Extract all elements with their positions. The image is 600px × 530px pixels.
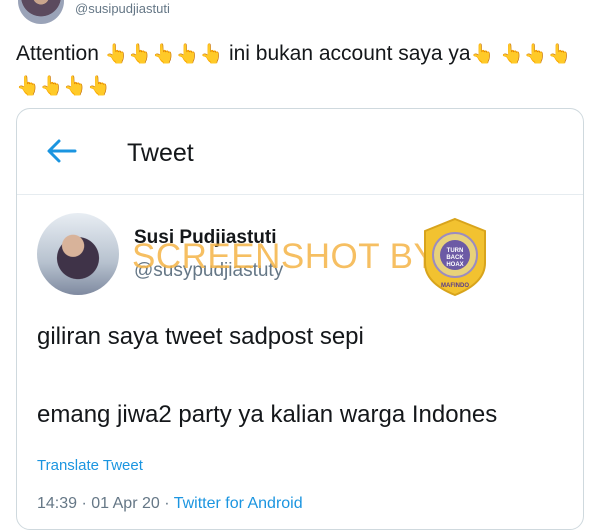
tweet-header: Tweet xyxy=(17,109,583,195)
pointing-up-icon: 👆 xyxy=(470,44,495,65)
watermark-text: SCREENSHOT BY xyxy=(132,237,438,276)
header-title: Tweet xyxy=(127,139,194,167)
pointing-up-icon: 👆 xyxy=(128,44,153,65)
svg-text:HOAX: HOAX xyxy=(446,262,463,268)
pointing-up-icon: 👆 xyxy=(199,44,224,65)
post-text-rest: ini bukan account saya ya xyxy=(228,42,471,65)
tweet-source-link[interactable]: Twitter for Android xyxy=(174,495,303,512)
pointing-up-icon: 👆 xyxy=(152,44,176,65)
tweet-meta: 14:39 · 01 Apr 20 · Twitter for Android xyxy=(37,495,303,513)
back-arrow-icon[interactable] xyxy=(45,138,77,164)
pointing-up-icon: 👆 xyxy=(87,76,111,97)
pointing-up-icon: 👆 xyxy=(500,44,524,65)
pointing-up-icon: 👆 xyxy=(175,44,200,65)
pointing-up-icon: 👆 xyxy=(523,44,548,65)
top-handle[interactable]: @susipudjiastuti xyxy=(75,1,170,16)
pointing-up-icon: 👆 xyxy=(547,44,572,65)
post-text: Attention 👆👆👆👆👆 ini bukan account saya y… xyxy=(16,38,586,102)
pointing-up-icon: 👆 xyxy=(63,76,88,97)
tweet-text-line2: emang jiwa2 party ya kalian warga Indone… xyxy=(37,401,498,428)
tweet-timestamp: 14:39 · 01 Apr 20 · xyxy=(37,495,174,512)
mafindo-logo-icon: TURN BACK HOAX MAFINDO xyxy=(424,217,486,297)
post-text-attention: Attention xyxy=(16,42,99,65)
embedded-screenshot-card[interactable]: Tweet Susi Pudjiastuti @susypudjiastuty … xyxy=(16,108,584,530)
svg-text:TURN: TURN xyxy=(447,248,464,254)
pointing-up-icon: 👆 xyxy=(16,76,40,97)
svg-text:BACK: BACK xyxy=(446,255,464,261)
translate-tweet-link[interactable]: Translate Tweet xyxy=(37,457,143,474)
profile-avatar[interactable] xyxy=(37,213,119,295)
pointing-up-icon: 👆 xyxy=(39,76,64,97)
tweet-text-line1: giliran saya tweet sadpost sepi xyxy=(37,323,364,350)
svg-text:MAFINDO: MAFINDO xyxy=(441,283,469,289)
top-avatar[interactable] xyxy=(18,0,64,24)
pointing-up-icon: 👆 xyxy=(104,44,129,65)
